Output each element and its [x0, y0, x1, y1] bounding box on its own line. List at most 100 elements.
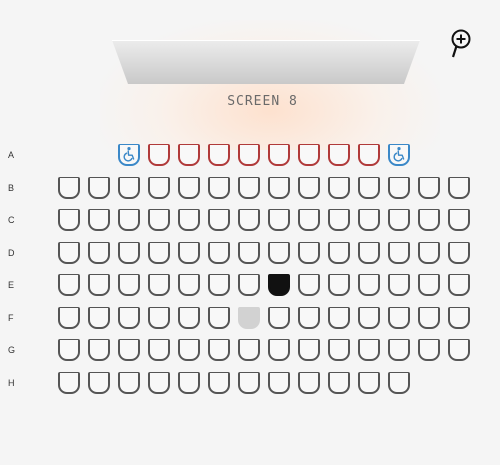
- seat-a-10-wheelchair[interactable]: [388, 144, 410, 166]
- seat-c-11-standard[interactable]: [358, 209, 380, 231]
- seat-h-4-standard[interactable]: [148, 371, 170, 394]
- seat-g-1-standard[interactable]: [58, 339, 80, 361]
- seat-e-2-standard[interactable]: [88, 274, 110, 296]
- seat-g-14-standard[interactable]: [448, 339, 470, 361]
- seat-g-7-standard[interactable]: [238, 339, 260, 361]
- seat-a-9-premium[interactable]: [358, 144, 380, 166]
- seat-e-12-standard[interactable]: [388, 274, 410, 296]
- seat-d-2-standard[interactable]: [88, 241, 110, 264]
- seat-a-2-premium[interactable]: [148, 144, 170, 166]
- seat-h-5-standard[interactable]: [178, 371, 200, 394]
- seat-a-8-premium[interactable]: [328, 144, 350, 166]
- seat-a-7-premium[interactable]: [298, 144, 320, 166]
- seat-d-4-standard[interactable]: [148, 241, 170, 264]
- seat-a-6-premium[interactable]: [268, 144, 290, 166]
- seat-b-5-standard[interactable]: [178, 176, 200, 199]
- seat-h-1-standard[interactable]: [58, 371, 80, 394]
- zoom-in-button[interactable]: [446, 26, 476, 60]
- seat-d-14-standard[interactable]: [448, 241, 470, 264]
- seat-d-9-standard[interactable]: [298, 241, 320, 264]
- seat-e-6-standard[interactable]: [208, 274, 230, 296]
- seat-e-3-standard[interactable]: [118, 274, 140, 296]
- seat-c-13-standard[interactable]: [418, 209, 440, 231]
- seat-b-12-standard[interactable]: [388, 176, 410, 199]
- seat-e-14-standard[interactable]: [448, 274, 470, 296]
- seat-f-14-standard[interactable]: [448, 306, 470, 329]
- seat-c-8-standard[interactable]: [268, 209, 290, 231]
- seat-c-1-standard[interactable]: [58, 209, 80, 231]
- seat-b-10-standard[interactable]: [328, 176, 350, 199]
- seat-g-10-standard[interactable]: [328, 339, 350, 361]
- seat-e-8-selected[interactable]: [268, 274, 290, 296]
- seat-c-9-standard[interactable]: [298, 209, 320, 231]
- seat-h-7-standard[interactable]: [238, 371, 260, 394]
- seat-c-6-standard[interactable]: [208, 209, 230, 231]
- seat-h-11-standard[interactable]: [358, 371, 380, 394]
- seat-d-1-standard[interactable]: [58, 241, 80, 264]
- seat-e-7-standard[interactable]: [238, 274, 260, 296]
- seat-h-6-standard[interactable]: [208, 371, 230, 394]
- seat-g-4-standard[interactable]: [148, 339, 170, 361]
- seat-g-6-standard[interactable]: [208, 339, 230, 361]
- seat-d-6-standard[interactable]: [208, 241, 230, 264]
- seat-c-3-standard[interactable]: [118, 209, 140, 231]
- seat-c-14-standard[interactable]: [448, 209, 470, 231]
- seat-g-9-standard[interactable]: [298, 339, 320, 361]
- seat-h-3-standard[interactable]: [118, 371, 140, 394]
- seat-h-12-standard[interactable]: [388, 371, 410, 394]
- seat-f-9-standard[interactable]: [298, 306, 320, 329]
- seat-f-1-standard[interactable]: [58, 306, 80, 329]
- seat-b-4-standard[interactable]: [148, 176, 170, 199]
- seat-b-3-standard[interactable]: [118, 176, 140, 199]
- seat-h-8-standard[interactable]: [268, 371, 290, 394]
- seat-f-5-standard[interactable]: [178, 306, 200, 329]
- seat-f-11-standard[interactable]: [358, 306, 380, 329]
- seat-h-9-standard[interactable]: [298, 371, 320, 394]
- seat-f-3-standard[interactable]: [118, 306, 140, 329]
- seat-h-2-standard[interactable]: [88, 371, 110, 394]
- seat-f-10-standard[interactable]: [328, 306, 350, 329]
- seat-c-2-standard[interactable]: [88, 209, 110, 231]
- seat-g-3-standard[interactable]: [118, 339, 140, 361]
- seat-g-13-standard[interactable]: [418, 339, 440, 361]
- seat-d-12-standard[interactable]: [388, 241, 410, 264]
- seat-a-4-premium[interactable]: [208, 144, 230, 166]
- seat-e-10-standard[interactable]: [328, 274, 350, 296]
- seat-c-7-standard[interactable]: [238, 209, 260, 231]
- seat-f-4-standard[interactable]: [148, 306, 170, 329]
- seat-b-9-standard[interactable]: [298, 176, 320, 199]
- seat-f-12-standard[interactable]: [388, 306, 410, 329]
- seat-h-10-standard[interactable]: [328, 371, 350, 394]
- seat-b-2-standard[interactable]: [88, 176, 110, 199]
- seat-b-14-standard[interactable]: [448, 176, 470, 199]
- seat-g-12-standard[interactable]: [388, 339, 410, 361]
- seat-f-8-standard[interactable]: [268, 306, 290, 329]
- seat-b-1-standard[interactable]: [58, 176, 80, 199]
- seat-c-5-standard[interactable]: [178, 209, 200, 231]
- seat-e-4-standard[interactable]: [148, 274, 170, 296]
- seat-d-11-standard[interactable]: [358, 241, 380, 264]
- seat-c-10-standard[interactable]: [328, 209, 350, 231]
- seat-a-3-premium[interactable]: [178, 144, 200, 166]
- seat-a-1-wheelchair[interactable]: [118, 144, 140, 166]
- seat-e-1-standard[interactable]: [58, 274, 80, 296]
- seat-b-7-standard[interactable]: [238, 176, 260, 199]
- seat-g-2-standard[interactable]: [88, 339, 110, 361]
- seat-d-3-standard[interactable]: [118, 241, 140, 264]
- seat-d-7-standard[interactable]: [238, 241, 260, 264]
- seat-b-8-standard[interactable]: [268, 176, 290, 199]
- seat-e-9-standard[interactable]: [298, 274, 320, 296]
- seat-g-5-standard[interactable]: [178, 339, 200, 361]
- seat-f-13-standard[interactable]: [418, 306, 440, 329]
- seat-e-5-standard[interactable]: [178, 274, 200, 296]
- seat-b-11-standard[interactable]: [358, 176, 380, 199]
- seat-e-11-standard[interactable]: [358, 274, 380, 296]
- seat-e-13-standard[interactable]: [418, 274, 440, 296]
- seat-d-5-standard[interactable]: [178, 241, 200, 264]
- seat-a-5-premium[interactable]: [238, 144, 260, 166]
- seat-c-4-standard[interactable]: [148, 209, 170, 231]
- seat-d-10-standard[interactable]: [328, 241, 350, 264]
- seat-f-2-standard[interactable]: [88, 306, 110, 329]
- seat-d-13-standard[interactable]: [418, 241, 440, 264]
- seat-g-11-standard[interactable]: [358, 339, 380, 361]
